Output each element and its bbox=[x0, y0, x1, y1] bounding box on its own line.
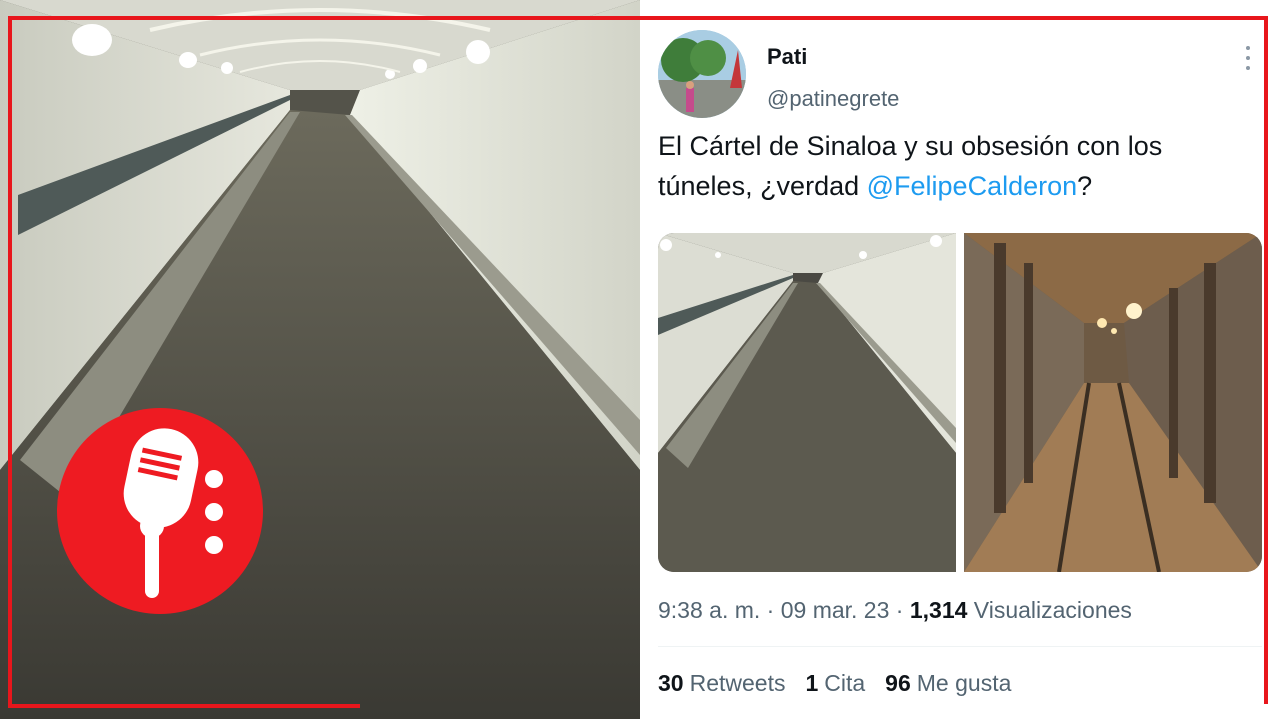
mention-link[interactable]: @FelipeCalderon bbox=[867, 171, 1078, 201]
tweet-meta: 9:38 a. m. · 09 mar. 23 · 1,314 Visualiz… bbox=[658, 597, 1132, 624]
more-options-icon[interactable] bbox=[1240, 46, 1256, 70]
divider bbox=[658, 646, 1262, 647]
tweet-stats: 30 Retweets 1 Cita 96 Me gusta bbox=[658, 670, 1011, 697]
retweets-stat[interactable]: 30 Retweets bbox=[658, 670, 785, 697]
tweet-text-end: ? bbox=[1077, 171, 1093, 201]
tweet-media[interactable] bbox=[658, 233, 1262, 572]
avatar[interactable] bbox=[658, 30, 746, 118]
microphone-logo bbox=[57, 408, 263, 614]
likes-stat[interactable]: 96 Me gusta bbox=[885, 670, 1011, 697]
tweet-card: Pati @patinegrete El Cártel de Sinaloa y… bbox=[640, 0, 1280, 719]
tweet-text: El Cártel de Sinaloa y su obsesión con l… bbox=[658, 126, 1248, 206]
views-count: 1,314 bbox=[909, 597, 968, 623]
red-frame-top bbox=[8, 16, 1268, 20]
red-frame-left bbox=[8, 16, 12, 708]
quotes-stat[interactable]: 1 Cita bbox=[805, 670, 865, 697]
user-handle[interactable]: @patinegrete bbox=[767, 86, 899, 112]
red-frame-right bbox=[1264, 16, 1268, 704]
display-name[interactable]: Pati bbox=[767, 44, 807, 70]
media-image-corridor[interactable] bbox=[658, 233, 956, 572]
red-frame-bottom bbox=[8, 704, 360, 708]
views-label: Visualizaciones bbox=[967, 597, 1132, 623]
media-image-tunnel[interactable] bbox=[964, 233, 1262, 572]
microphone-icon bbox=[123, 428, 223, 598]
tweet-time[interactable]: 9:38 a. m. · 09 mar. 23 · bbox=[658, 597, 910, 623]
